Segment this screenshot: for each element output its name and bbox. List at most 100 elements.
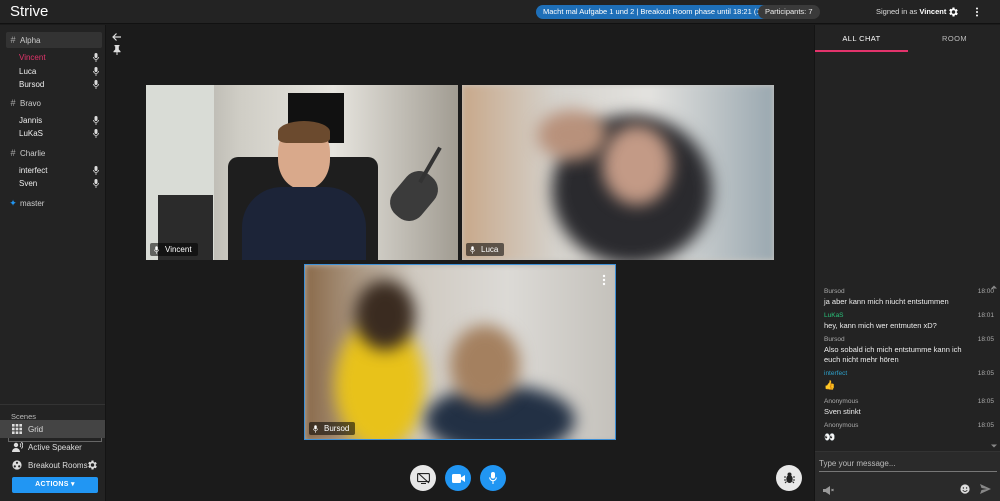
bug-icon	[783, 472, 795, 484]
tab-all-chat[interactable]: ALL CHAT	[815, 28, 908, 52]
room-bravo[interactable]: # Bravo	[6, 95, 102, 111]
mic-icon	[470, 245, 475, 254]
screenshare-off-icon	[416, 472, 430, 484]
blurred-face	[450, 325, 520, 405]
star-icon: ✦	[9, 197, 17, 208]
message-author: LuKaS	[824, 312, 844, 319]
room-alpha[interactable]: # Alpha	[6, 32, 102, 48]
videocam-icon	[451, 473, 465, 483]
app-title: Strive	[10, 3, 49, 20]
member-name: LuKaS	[19, 129, 44, 138]
tab-room[interactable]: ROOM	[908, 28, 1000, 52]
participant-name: Luca	[481, 245, 499, 254]
video-tile-luca[interactable]: Luca	[462, 85, 774, 260]
mic-icon	[93, 53, 99, 62]
camera-button[interactable]	[445, 465, 471, 491]
mic-icon	[93, 129, 99, 138]
blurred-hair	[355, 280, 415, 350]
scene-label: Active Speaker	[28, 442, 82, 452]
arrow-left-icon[interactable]	[112, 29, 122, 41]
top-bar: Strive Macht mal Aufgabe 1 und 2 | Break…	[0, 0, 1000, 24]
signed-in-label: Signed in as Vincent	[876, 7, 946, 16]
message-text: 👍	[824, 380, 836, 390]
actions-button[interactable]: ACTIONS ▾	[12, 477, 98, 493]
member-sven[interactable]: Sven	[19, 177, 99, 190]
microphone-button[interactable]	[480, 465, 506, 491]
message-text: 👀	[824, 432, 836, 442]
member-name: Vincent	[19, 53, 46, 62]
chat-composer	[815, 451, 1000, 501]
participant-name: Vincent	[165, 245, 192, 254]
message-time: 18:01	[977, 312, 994, 319]
gear-icon[interactable]	[946, 5, 960, 19]
room-name: Alpha	[20, 35, 41, 45]
more-vert-icon[interactable]	[970, 5, 984, 19]
phase-notice-badge: Macht mal Aufgabe 1 und 2 | Breakout Roo…	[536, 5, 785, 19]
message-author: interfect	[824, 370, 848, 377]
emoji-icon[interactable]	[960, 481, 970, 494]
name-tag: Bursod	[309, 422, 356, 435]
mic-icon	[93, 166, 99, 175]
mic-icon	[93, 80, 99, 89]
mic-icon	[154, 245, 159, 254]
member-vincent[interactable]: Vincent	[19, 51, 99, 64]
scene-breakout-rooms[interactable]: Breakout Rooms	[0, 456, 105, 474]
announce-icon[interactable]	[823, 482, 834, 495]
send-icon[interactable]	[980, 481, 991, 494]
member-name: Luca	[19, 67, 37, 76]
breakout-icon	[11, 459, 23, 471]
video-tile-vincent[interactable]: Vincent	[146, 85, 458, 260]
message-time: 18:05	[977, 422, 994, 429]
scene-label: Breakout Rooms	[28, 460, 88, 470]
mic-icon	[489, 472, 497, 484]
pin-icon[interactable]	[113, 42, 121, 55]
signed-in-user: Vincent	[919, 7, 947, 16]
grid-icon	[11, 423, 23, 435]
message-author: Anonymous	[824, 422, 859, 429]
more-vert-icon[interactable]	[601, 273, 607, 286]
room-charlie[interactable]: # Charlie	[6, 145, 102, 161]
actions-label: ACTIONS	[35, 481, 69, 488]
scene-grid[interactable]: Grid	[0, 420, 105, 438]
chat-panel: ALL CHAT ROOM Bursod 18:00 ja aber kann …	[814, 25, 1000, 501]
participant-name: Bursod	[324, 424, 350, 433]
chat-message-input[interactable]	[819, 456, 997, 472]
message-time: 18:05	[977, 370, 994, 377]
chevron-down-icon: ▾	[71, 481, 75, 488]
scroll-down-icon[interactable]	[991, 443, 997, 449]
member-lukas[interactable]: LuKaS	[19, 127, 99, 140]
room-name: Charlie	[20, 148, 46, 158]
participants-badge[interactable]: Participants: 7	[758, 5, 820, 19]
name-tag: Vincent	[150, 243, 198, 256]
person-hair	[278, 121, 330, 143]
mic-icon	[93, 116, 99, 125]
message-time: 18:05	[977, 398, 994, 405]
divider	[0, 404, 105, 405]
video-tile-bursod[interactable]: Bursod	[304, 264, 616, 440]
signed-in-prefix: Signed in as	[876, 7, 918, 16]
scene-active-speaker[interactable]: Active Speaker	[0, 438, 105, 456]
blurred-face	[602, 125, 672, 205]
screenshare-button[interactable]	[410, 465, 436, 491]
rooms-sidebar: # Alpha Vincent Luca Bursod # Bravo Jann…	[0, 25, 106, 501]
member-name: Bursod	[19, 80, 45, 89]
message-author: Bursod	[824, 288, 845, 295]
hash-icon: #	[10, 35, 16, 45]
member-interfect[interactable]: interfect	[19, 164, 99, 177]
mic-icon	[313, 424, 318, 433]
gear-icon[interactable]	[86, 459, 98, 471]
message-text: ja aber kann mich niucht entstummen	[824, 297, 949, 306]
hash-icon: #	[10, 148, 16, 158]
member-name: interfect	[19, 166, 48, 175]
blurred-arm	[537, 110, 607, 160]
hash-icon: #	[10, 98, 16, 108]
room-master[interactable]: ✦ master	[6, 195, 102, 211]
scene-label: Grid	[28, 424, 44, 434]
message-author: Bursod	[824, 336, 845, 343]
report-bug-button[interactable]	[776, 465, 802, 491]
chat-tabs: ALL CHAT ROOM	[815, 28, 1000, 52]
member-jannis[interactable]: Jannis	[19, 114, 99, 127]
message-time: 18:05	[977, 336, 994, 343]
member-luca[interactable]: Luca	[19, 65, 99, 78]
member-bursod[interactable]: Bursod	[19, 78, 99, 91]
